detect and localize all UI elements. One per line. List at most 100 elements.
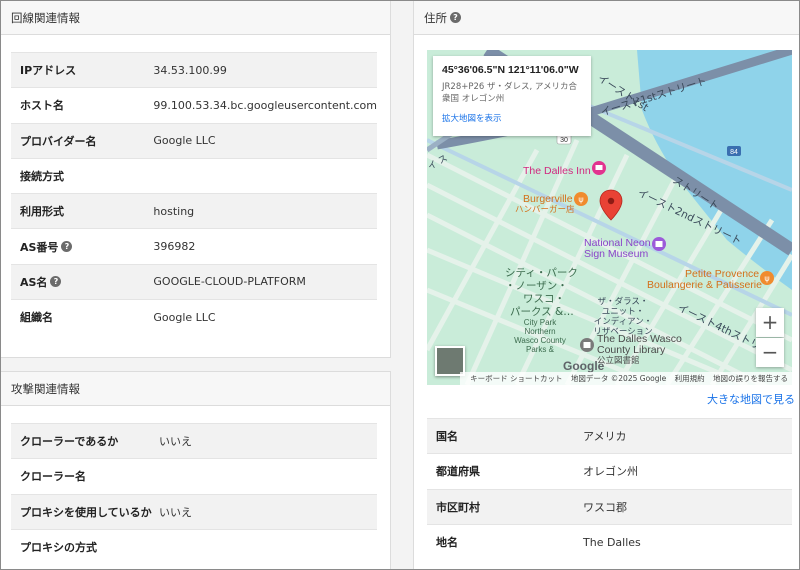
map-view[interactable]: 30 84 イースト1stストリート イースト1st ストリート イースト2nd…: [427, 50, 792, 385]
row-label-with-help: AS番号?: [11, 228, 152, 265]
svg-text:Wasco County: Wasco County: [514, 336, 566, 345]
row-value: 396982: [151, 228, 377, 265]
poi-label-dalles-inn[interactable]: The Dalles Inn: [523, 165, 591, 177]
table-row: クローラー名: [11, 458, 377, 495]
row-value: オレゴン州: [581, 453, 792, 490]
row-label: プロキシの方式: [11, 528, 157, 565]
table-row: プロバイダー名 Google LLC: [11, 122, 377, 159]
svg-text:ザ・ダラス・: ザ・ダラス・: [598, 296, 649, 307]
hotel-bed-glyph: [595, 165, 603, 170]
svg-text:シティ・パーク: シティ・パーク: [505, 267, 578, 279]
address-header: 住所?: [414, 1, 800, 35]
row-label: プロバイダー名: [11, 122, 152, 159]
table-row: 地名 The Dalles: [427, 523, 792, 560]
table-row: プロキシを使用しているか いいえ: [11, 493, 377, 530]
row-value: The Dalles: [581, 523, 792, 560]
svg-text:City Park: City Park: [524, 318, 557, 327]
reservation-label: ザ・ダラス・ ユニット・ インディアン・ リザベーション: [593, 296, 652, 337]
table-row: ホスト名 99.100.53.34.bc.googleusercontent.co…: [11, 87, 377, 124]
route-30-label: 30: [560, 137, 568, 144]
row-value: いいえ: [157, 422, 377, 459]
map-data-text: 地図データ ©2025 Google: [570, 374, 667, 383]
table-row: 組織名 Google LLC: [11, 299, 377, 335]
row-value: [157, 458, 377, 495]
terms-link[interactable]: 利用規約: [675, 374, 705, 383]
row-value: 99.100.53.34.bc.googleusercontent.com: [151, 87, 377, 124]
zoom-out-button[interactable]: −: [756, 338, 784, 367]
row-label: クローラーであるか: [11, 422, 157, 459]
big-map-link[interactable]: 大きな地図で見る: [707, 391, 795, 407]
address-table: 国名 アメリカ 都道府県 オレゴン州 市区町村 ワスコ郡 地名 The Dalles: [427, 417, 792, 560]
marker-dot: [607, 197, 615, 205]
city-park-en-label: City Park Northern Wasco County Parks &: [514, 318, 566, 354]
help-icon[interactable]: ?: [50, 276, 62, 288]
table-row: クローラーであるか いいえ: [11, 422, 377, 459]
table-row: プロキシの方式: [11, 528, 377, 565]
row-value: [151, 157, 377, 194]
svg-text:ユニット・: ユニット・: [602, 307, 645, 317]
keyboard-shortcuts-link[interactable]: キーボード ショートカット: [470, 374, 562, 383]
row-value: GOOGLE-CLOUD-PLATFORM: [151, 263, 377, 300]
row-value: いいえ: [157, 493, 377, 530]
table-row: 市区町村 ワスコ郡: [427, 488, 792, 525]
poi-label-neon-2: Sign Museum: [584, 248, 648, 260]
row-label: 市区町村: [427, 488, 581, 525]
fork-knife-icon: ψ: [764, 274, 769, 283]
row-label: 都道府県: [427, 453, 581, 490]
row-label: 国名: [427, 417, 581, 454]
poi-label-burgerville-sub: ハンバーガー店: [515, 204, 575, 215]
row-label: 接続方式: [11, 157, 152, 194]
table-row: 都道府県 オレゴン州: [427, 453, 792, 490]
svg-text:パークス &…: パークス &…: [510, 306, 574, 318]
address-title: 住所: [424, 11, 447, 25]
zoom-in-button[interactable]: +: [756, 308, 784, 337]
city-park-jp-label: シティ・パーク ・ノーザン・ ワスコ・ パークス &…: [505, 267, 578, 318]
row-value: Google LLC: [151, 299, 377, 335]
table-row: IPアドレス 34.53.100.99: [11, 51, 377, 88]
poi-label-library-2: County Library: [597, 344, 666, 356]
svg-text:・ノーザン・: ・ノーザン・: [505, 280, 568, 292]
map-attribution: キーボード ショートカット 地図データ ©2025 Google 利用規約 地図…: [460, 372, 792, 385]
help-icon[interactable]: ?: [61, 241, 73, 253]
line-info-table: IPアドレス 34.53.100.99 ホスト名 99.100.53.34.bc.g…: [11, 51, 377, 335]
row-label: クローラー名: [11, 458, 157, 495]
attack-info-panel: 攻撃関連情報 クローラーであるか いいえ クローラー名 プロキシを使用しているかい…: [0, 371, 391, 570]
fork-knife-icon: ψ: [578, 195, 583, 204]
museum-glyph: [655, 241, 663, 247]
row-value: Google LLC: [151, 122, 377, 159]
row-label: AS名: [20, 275, 48, 289]
plus-code-address: JR28+P26 ザ・ダレス, アメリカ合衆国 オレゴン州: [442, 82, 577, 104]
map-info-box: 45°36'06.5"N 121°11'06.0"W JR28+P26 ザ・ダレ…: [433, 56, 591, 136]
svg-text:Parks &: Parks &: [526, 345, 555, 354]
report-error-link[interactable]: 地図の誤りを報告する: [713, 374, 788, 383]
line-info-panel: 回線関連情報 IPアドレス 34.53.100.99 ホスト名 99.100.53.…: [0, 0, 391, 358]
table-row: 国名 アメリカ: [427, 417, 792, 454]
row-label: 利用形式: [11, 193, 152, 229]
row-value: アメリカ: [581, 417, 792, 454]
row-label: AS番号: [20, 240, 59, 254]
table-row: 接続方式: [11, 157, 377, 194]
poi-label-petite-2: Boulangerie & Patisserie: [647, 279, 762, 291]
attack-info-header: 攻撃関連情報: [1, 372, 390, 406]
svg-text:インディアン・: インディアン・: [594, 316, 653, 327]
help-icon[interactable]: ?: [450, 12, 461, 23]
row-label: 組織名: [11, 299, 152, 335]
row-value: [157, 528, 377, 565]
row-label: ホスト名: [11, 87, 152, 124]
library-book-glyph: [583, 342, 591, 348]
poi-label-burgerville[interactable]: Burgerville: [523, 193, 573, 205]
table-row: 利用形式 hosting: [11, 193, 377, 229]
row-value: 34.53.100.99: [151, 51, 377, 88]
attack-info-table: クローラーであるか いいえ クローラー名 プロキシを使用しているか いいえ プロキシ…: [11, 422, 377, 565]
row-value: ワスコ郡: [581, 488, 792, 525]
row-value: hosting: [151, 193, 377, 229]
enlarge-map-link[interactable]: 拡大地図を表示: [442, 112, 582, 124]
location-marker-icon[interactable]: [599, 189, 623, 221]
row-label: プロキシを使用しているか: [11, 493, 157, 530]
route-84-label: 84: [730, 149, 738, 156]
row-label: 地名: [427, 523, 581, 560]
svg-text:ワスコ・: ワスコ・: [523, 293, 565, 305]
row-label-with-help: AS名?: [11, 263, 152, 300]
table-row: AS番号? 396982: [11, 228, 377, 265]
row-label: IPアドレス: [11, 51, 152, 88]
